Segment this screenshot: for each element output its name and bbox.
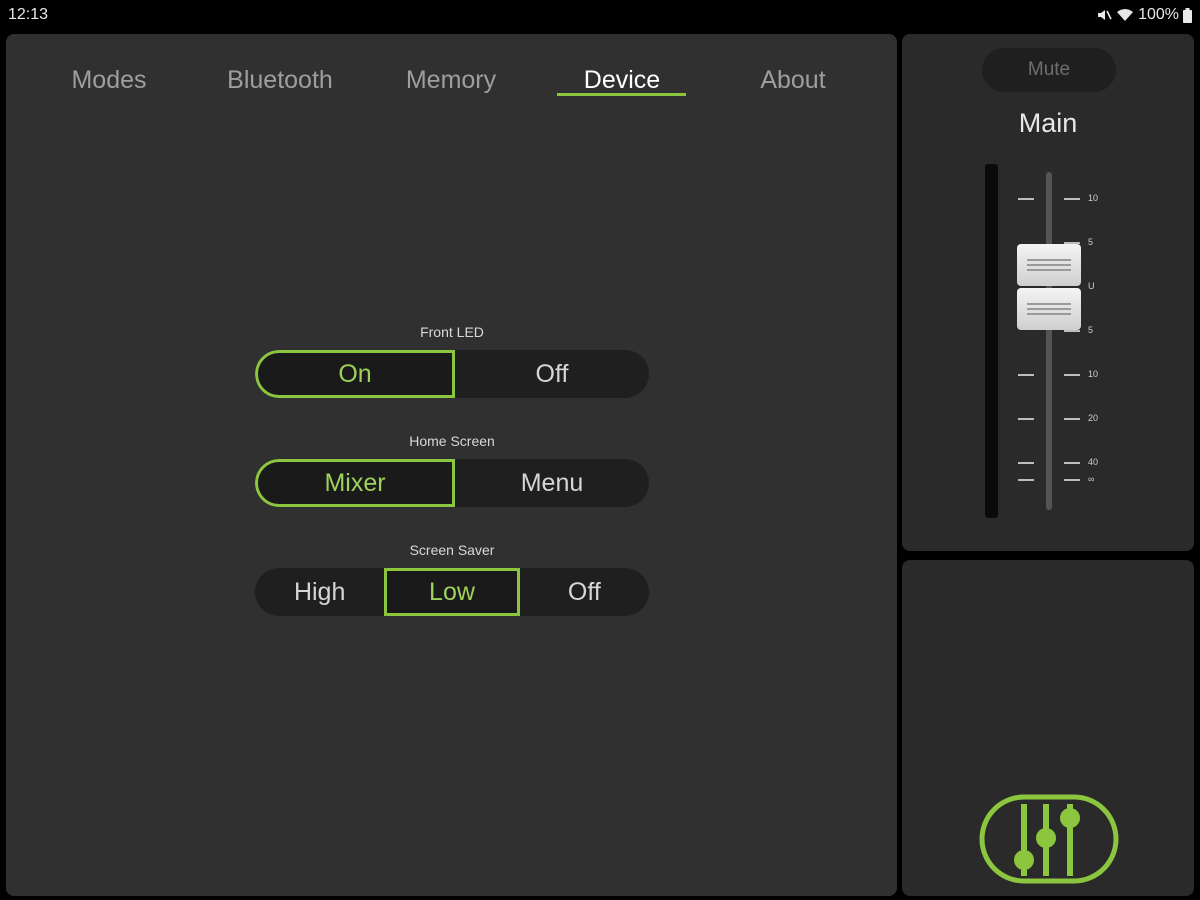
fader-tick (1064, 374, 1080, 376)
active-tab-indicator (557, 93, 686, 96)
scale-label-infinity: ∞ (1088, 474, 1095, 484)
settings-panel: Modes Bluetooth Memory Device About Fron… (6, 34, 897, 896)
tab-about[interactable]: About (723, 66, 863, 95)
wifi-icon (1116, 8, 1134, 22)
scale-label-minus-10: 10 (1088, 369, 1099, 379)
status-bar: 12:13 100% (0, 0, 1200, 30)
battery-icon (1183, 7, 1192, 23)
front-led-on-option[interactable]: On (255, 350, 455, 398)
fader-tick (1064, 479, 1080, 481)
screen-saver-label: Screen Saver (409, 542, 495, 558)
scale-label-unity: U (1088, 281, 1095, 291)
front-led-label: Front LED (420, 324, 484, 340)
fader-track[interactable] (1046, 172, 1052, 510)
scale-label-10: 10 (1088, 193, 1099, 203)
scale-label-minus-40: 40 (1088, 457, 1099, 467)
tab-modes[interactable]: Modes (39, 66, 179, 95)
fader-knob-upper[interactable] (1017, 244, 1081, 286)
fader-knob-lower[interactable] (1017, 288, 1081, 330)
fader-tick (1018, 462, 1034, 464)
fader-tick (1064, 330, 1080, 332)
scale-label-minus-5: 5 (1088, 325, 1094, 335)
battery-percent: 100% (1138, 6, 1179, 23)
scale-label-minus-20: 20 (1088, 413, 1099, 423)
channel-name: Main (1018, 108, 1078, 138)
home-screen-toggle: Mixer Menu (255, 459, 649, 507)
home-screen-label: Home Screen (409, 433, 495, 449)
scale-label-5: 5 (1088, 237, 1094, 247)
home-screen-mixer-option[interactable]: Mixer (255, 459, 455, 507)
screen-saver-toggle: High Low Off (255, 568, 649, 616)
status-time: 12:13 (8, 6, 49, 23)
fader-tick (1018, 479, 1034, 481)
fader-tick (1018, 374, 1034, 376)
front-led-off-option[interactable]: Off (455, 350, 649, 398)
home-screen-menu-option[interactable]: Menu (455, 459, 649, 507)
tab-device[interactable]: Device (552, 66, 692, 95)
logo-panel (902, 560, 1194, 896)
tab-bar: Modes Bluetooth Memory Device About (6, 34, 897, 104)
screen-saver-high-option[interactable]: High (255, 568, 384, 616)
tab-memory[interactable]: Memory (381, 66, 521, 95)
level-meter (985, 164, 998, 518)
screen-saver-off-option[interactable]: Off (520, 568, 649, 616)
fader-tick (1064, 462, 1080, 464)
fader-tick (1018, 418, 1034, 420)
mute-icon (1096, 8, 1112, 22)
fader-tick (1018, 198, 1034, 200)
main-channel-strip: Mute Main 10 5 U 5 10 20 40 ∞ (902, 34, 1194, 551)
screen-saver-low-option[interactable]: Low (384, 568, 520, 616)
status-indicators: 100% (1096, 6, 1192, 24)
front-led-toggle: On Off (255, 350, 649, 398)
tab-bluetooth[interactable]: Bluetooth (210, 66, 350, 95)
mute-button[interactable]: Mute (982, 48, 1116, 92)
fader-tick (1064, 198, 1080, 200)
fader-tick (1064, 418, 1080, 420)
mixer-logo-icon (979, 794, 1119, 889)
